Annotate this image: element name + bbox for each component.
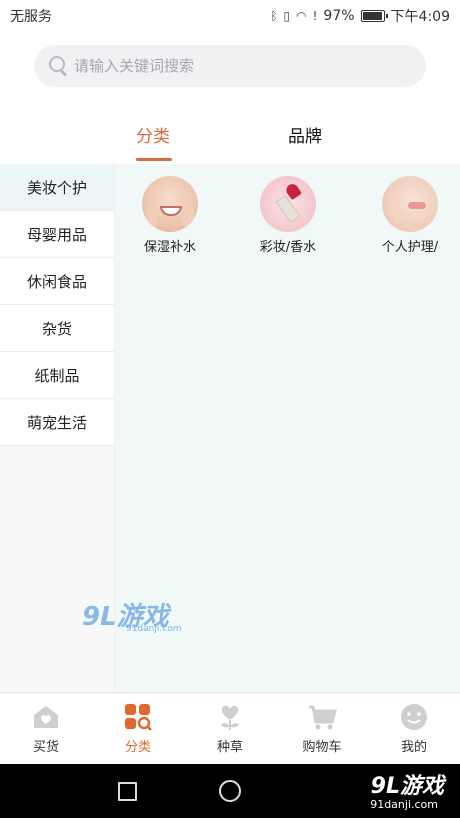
lipstick-photo: [260, 176, 316, 232]
watermark-url: 91danji.com: [126, 624, 182, 634]
recent-apps-icon[interactable]: [118, 782, 137, 801]
battery-percent: 97%: [323, 8, 355, 24]
subcategory-label: 个人护理/: [381, 240, 439, 255]
sidebar-item-beauty[interactable]: 美妆个护: [0, 164, 114, 211]
bottom-tab-bar: 买货 分类 种草 购物车 我的: [0, 692, 460, 764]
system-navigation-bar: 9L游戏 91danji.com: [0, 764, 460, 818]
nav-shop[interactable]: 买货: [0, 693, 92, 764]
home-icon[interactable]: [219, 780, 241, 802]
nav-label: 买货: [32, 740, 59, 755]
carrier-label: 无服务: [10, 9, 52, 25]
subcategory-label: 保湿补水: [143, 240, 196, 255]
moisturizing-face-photo: [142, 176, 198, 232]
search-input[interactable]: [74, 57, 394, 75]
tab-category[interactable]: 分类: [136, 122, 170, 147]
category-brand-tabs: 分类 品牌: [0, 112, 460, 164]
subcategory-makeup-perfume[interactable]: 彩妆/香水: [233, 176, 343, 255]
nav-label: 我的: [400, 740, 427, 755]
shop-heart-icon: [34, 706, 58, 728]
bluetooth-icon: ᛒ: [270, 9, 278, 23]
search-bar[interactable]: [34, 45, 426, 87]
clock: 下午4:09: [390, 9, 450, 25]
cart-icon: [309, 705, 337, 730]
personal-care-face-photo: [382, 176, 438, 232]
nav-label: 分类: [124, 740, 151, 755]
status-bar: 无服务 ᛒ ▯ ◠ ! 97% 下午4:09: [0, 0, 460, 32]
tab-brand[interactable]: 品牌: [288, 122, 322, 147]
sidebar-item-paper[interactable]: 纸制品: [0, 352, 114, 399]
search-icon: [46, 54, 70, 78]
brand-logo: 9L游戏: [370, 774, 444, 799]
active-tab-indicator: [136, 158, 172, 161]
status-icons: ᛒ ▯ ◠ ! 97% 下午4:09: [270, 6, 450, 26]
battery-icon: [360, 10, 388, 22]
smiley-icon: [401, 704, 427, 730]
wifi-icon: ◠: [296, 9, 307, 23]
vibrate-icon: ▯: [283, 9, 291, 23]
subcategory-label: 彩妆/香水: [259, 240, 317, 255]
nav-label: 购物车: [302, 740, 342, 755]
nav-recommend[interactable]: 种草: [184, 693, 276, 764]
sidebar-item-baby[interactable]: 母婴用品: [0, 211, 114, 258]
nav-category[interactable]: 分类: [92, 693, 184, 764]
nav-cart[interactable]: 购物车: [276, 693, 368, 764]
sidebar-item-groceries[interactable]: 杂货: [0, 305, 114, 352]
brand-url: 91danji.com: [370, 798, 438, 811]
nav-label: 种草: [216, 740, 243, 755]
subcategory-moisturizing[interactable]: 保湿补水: [115, 176, 225, 255]
subcategory-personal-care[interactable]: 个人护理/: [355, 176, 460, 255]
nav-profile[interactable]: 我的: [368, 693, 460, 764]
heart-plant-icon: [221, 705, 239, 730]
category-grid-search-icon: [125, 704, 152, 731]
sidebar-item-pets[interactable]: 萌宠生活: [0, 399, 114, 446]
sidebar-item-snacks[interactable]: 休闲食品: [0, 258, 114, 305]
alert-icon: !: [312, 9, 318, 23]
